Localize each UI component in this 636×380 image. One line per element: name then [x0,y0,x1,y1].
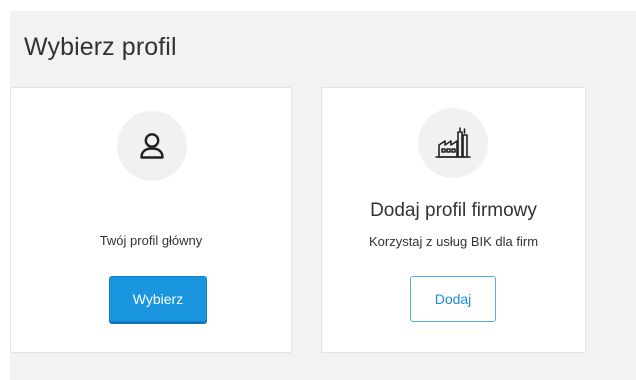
page-title: Wybierz profil [24,33,177,61]
profile-selection-panel: Wybierz profil Twój profil główny Wybier… [10,11,636,380]
company-profile-card: Dodaj profil firmowy Korzystaj z usług B… [321,87,586,353]
select-profile-button[interactable]: Wybierz [109,276,207,322]
user-icon [117,111,187,181]
factory-icon [418,108,488,178]
primary-profile-text: Twój profil główny [99,233,203,248]
primary-profile-card: Twój profil główny Wybierz [10,87,292,353]
company-profile-heading: Dodaj profil firmowy [370,200,537,221]
add-company-profile-button[interactable]: Dodaj [410,276,496,322]
company-profile-text: Korzystaj z usług BIK dla firm [368,234,539,249]
